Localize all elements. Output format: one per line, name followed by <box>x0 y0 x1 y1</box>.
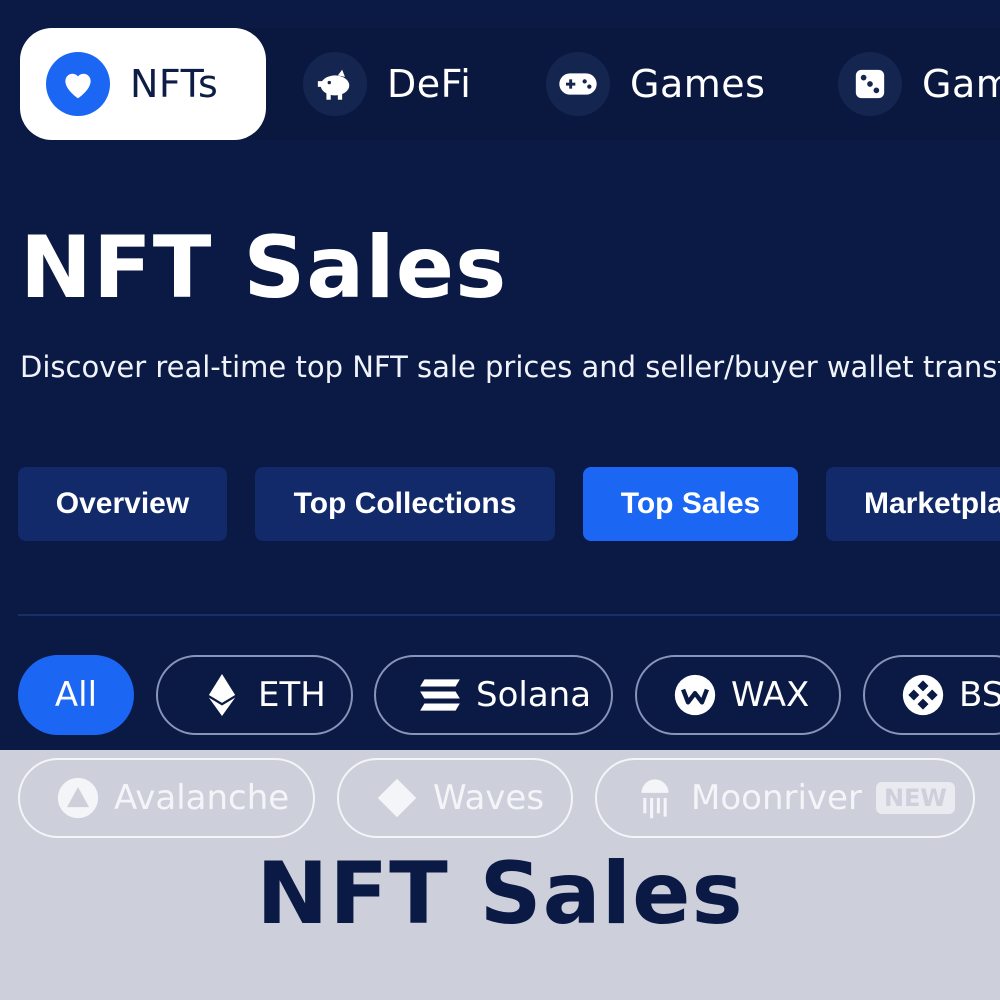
chain-label: Avalanche <box>114 778 290 818</box>
wax-icon <box>673 673 717 717</box>
gamepad-icon <box>546 52 610 116</box>
page-subtitle: Discover real-time top NFT sale prices a… <box>20 350 1000 384</box>
bnb-icon <box>901 673 945 717</box>
dice-icon <box>838 52 902 116</box>
moonriver-icon <box>633 776 677 820</box>
category-gambling[interactable]: Gam <box>838 28 1000 140</box>
chain-label: Solana <box>476 675 592 715</box>
page-header-area: NFTs DeFi Games Gam NFT Sales Discover r… <box>0 0 1000 750</box>
banner-panel: Avalanche Waves Moonriver NEW NFT Sales <box>0 750 1000 1000</box>
chain-label: Waves <box>433 778 545 818</box>
tab-marketplaces[interactable]: Marketpla <box>826 467 1000 541</box>
category-games[interactable]: Games <box>546 28 765 140</box>
new-badge: NEW <box>875 782 955 814</box>
category-nfts[interactable]: NFTs <box>20 28 267 140</box>
category-label: NFTs <box>130 62 219 106</box>
chain-label: All <box>54 675 98 715</box>
tab-top-collections[interactable]: Top Collections <box>255 467 555 541</box>
solana-icon <box>418 673 462 717</box>
tab-overview[interactable]: Overview <box>18 467 227 541</box>
banner-title: NFT Sales <box>256 844 744 944</box>
chain-filter-all[interactable]: All <box>18 655 134 735</box>
ethereum-icon <box>200 673 244 717</box>
chain-filter-avalanche[interactable]: Avalanche <box>18 758 315 838</box>
category-label: Gam <box>922 62 1000 106</box>
chain-filter-solana[interactable]: Solana <box>374 655 613 735</box>
page-title: NFT Sales <box>20 218 508 318</box>
category-label: DeFi <box>387 62 472 106</box>
heart-icon <box>46 52 110 116</box>
category-label: Games <box>630 62 766 106</box>
chain-filter-waves[interactable]: Waves <box>337 758 573 838</box>
avalanche-icon <box>56 776 100 820</box>
chain-label: Moonriver <box>691 778 862 818</box>
category-nav: NFTs DeFi Games Gam <box>0 28 1000 140</box>
section-tabs: Overview Top Collections Top Sales Marke… <box>0 467 1000 541</box>
tab-top-sales[interactable]: Top Sales <box>583 467 798 541</box>
chain-filter-moonriver[interactable]: Moonriver NEW <box>595 758 975 838</box>
chain-filter-wax[interactable]: WAX <box>635 655 841 735</box>
chain-filter-bsc[interactable]: BS <box>863 655 1000 735</box>
waves-icon <box>375 776 419 820</box>
chain-filter-eth[interactable]: ETH <box>156 655 353 735</box>
chain-label: BS <box>959 675 1000 715</box>
chain-label: WAX <box>731 675 810 715</box>
section-divider <box>18 614 1000 616</box>
category-defi[interactable]: DeFi <box>303 28 471 140</box>
piggy-bank-icon <box>303 52 367 116</box>
chain-label: ETH <box>258 675 326 715</box>
